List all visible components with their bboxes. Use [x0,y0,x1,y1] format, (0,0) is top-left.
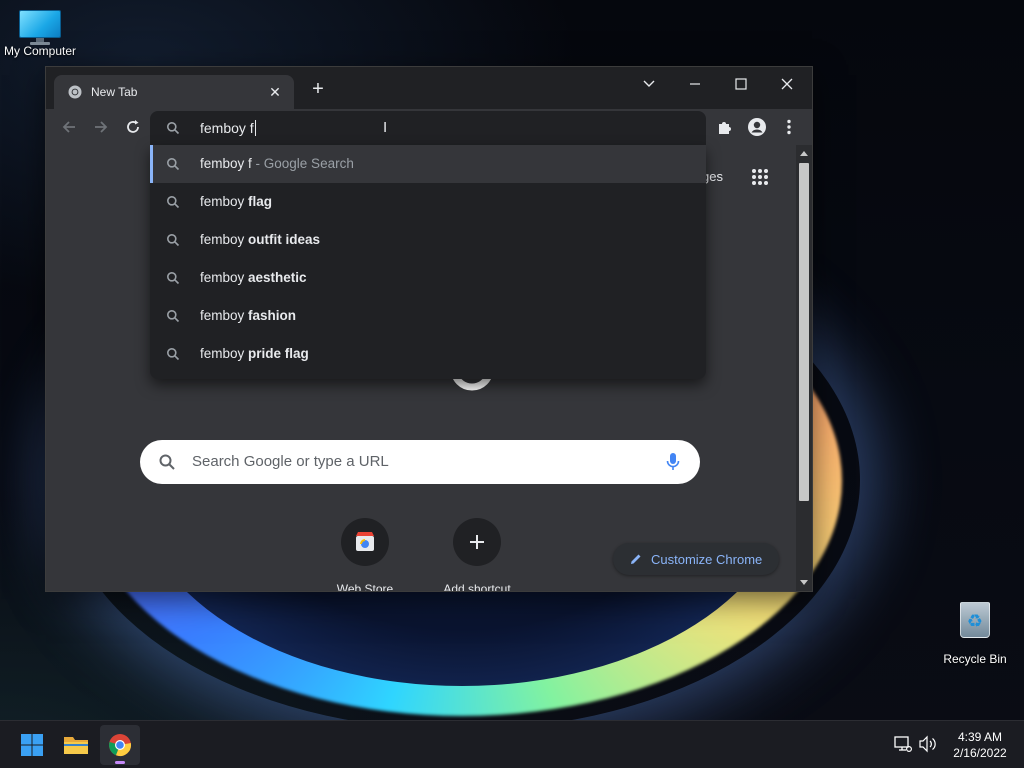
google-apps-button[interactable] [750,167,770,187]
profile-button[interactable] [747,117,767,137]
search-icon [167,348,180,361]
active-indicator [115,761,125,764]
minimize-icon [690,83,700,85]
ibeam-cursor-icon: Ι [383,119,388,136]
suggestion-item[interactable]: femboy aesthetic [150,259,706,297]
shortcut-web-store[interactable]: Web Store [317,518,413,591]
address-bar[interactable]: femboy f Ι [150,111,706,145]
clock-date: 2/16/2022 [953,746,1007,760]
suggestion-text: femboy [200,270,249,285]
plus-icon [453,518,501,566]
computer-icon [19,10,61,45]
volume-icon[interactable] [918,735,938,753]
shortcut-label: Web Store [336,582,394,591]
minimize-button[interactable] [681,71,711,97]
pencil-icon [631,554,641,564]
desktop-icon-my-computer[interactable]: My Computer [0,10,80,58]
arrow-left-icon [62,121,75,133]
chrome-window: New Tab ✕ + ges Search Google or type a … [46,67,812,591]
suggestion-completion: outfit ideas [248,232,321,247]
tab-close-button[interactable]: ✕ [266,83,284,101]
customize-chrome-button[interactable]: Customize Chrome [613,543,779,575]
search-icon [167,272,180,285]
kebab-menu-icon [787,119,791,135]
search-icon [167,122,180,135]
title-bar: New Tab ✕ + [46,67,812,109]
maximize-icon [735,78,747,90]
ntp-search-box[interactable]: Search Google or type a URL [140,440,700,484]
chrome-icon [68,85,82,99]
tab-title: New Tab [91,85,138,99]
suggestion-completion: aesthetic [248,270,307,285]
network-icon[interactable] [894,735,912,753]
tab-search-button[interactable] [635,71,665,97]
shortcut-label: Add shortcut [443,582,511,591]
suggestion-suffix: - Google Search [251,156,354,171]
suggestion-text: femboy f [200,156,252,171]
recycle-bin-icon: ♻ [958,598,992,638]
forward-button[interactable] [91,117,111,137]
maximize-button[interactable] [727,71,757,97]
web-store-icon [341,518,389,566]
new-tab-button[interactable]: + [308,79,328,99]
suggestion-completion: fashion [248,308,297,323]
reload-icon [127,120,139,133]
suggestion-completion: flag [248,194,273,209]
chrome-taskbar-button[interactable] [100,725,140,765]
ntp-search-placeholder: Search Google or type a URL [192,453,389,470]
close-icon [781,78,793,90]
back-button[interactable] [59,117,79,137]
omnibox-suggestions: femboy f - Google Search femboy flag fem… [150,145,706,379]
suggestion-item[interactable]: femboy pride flag [150,335,706,373]
menu-button[interactable] [779,117,799,137]
windows-logo-icon [21,734,43,756]
address-bar-value: femboy f [200,120,254,136]
folder-icon [64,737,88,754]
microphone-icon[interactable] [666,452,680,472]
search-icon [159,454,175,470]
search-icon [167,310,180,323]
system-clock[interactable]: 4:39 AM 2/16/2022 [944,729,1016,761]
taskbar: 4:39 AM 2/16/2022 [0,720,1024,768]
text-caret [254,120,256,136]
suggestion-text: femboy [200,308,249,323]
suggestion-item[interactable]: femboy flag [150,183,706,221]
desktop-icon-label: My Computer [3,44,77,58]
desktop-icon-label: Recycle Bin [943,652,1007,666]
chevron-down-icon [643,80,655,87]
search-icon [167,158,180,171]
start-button[interactable] [12,725,52,765]
tab-new-tab[interactable]: New Tab ✕ [54,75,294,109]
customize-chrome-label: Customize Chrome [651,552,763,567]
reload-button[interactable] [123,117,143,137]
suggestion-item[interactable]: femboy f - Google Search [150,145,706,183]
close-button[interactable] [773,71,803,97]
scroll-up-arrow-icon[interactable] [800,151,808,156]
scroll-down-arrow-icon[interactable] [800,580,808,585]
search-icon [167,234,180,247]
scrollbar-thumb[interactable] [799,163,809,501]
apps-grid-icon [752,169,768,185]
desktop-icon-recycle-bin[interactable]: ♻ Recycle Bin [935,598,1015,666]
shortcut-add[interactable]: Add shortcut [429,518,525,591]
puzzle-icon [719,122,731,134]
extensions-button[interactable] [715,117,735,137]
suggestion-item[interactable]: femboy fashion [150,297,706,335]
suggestion-text: femboy [200,346,249,361]
suggestion-text: femboy [200,232,249,247]
clock-time: 4:39 AM [957,730,1003,744]
vertical-scrollbar[interactable] [796,145,812,591]
arrow-right-icon [95,121,108,133]
avatar-icon [748,118,766,136]
search-icon [167,196,180,209]
file-explorer-button[interactable] [56,725,96,765]
suggestion-completion: pride flag [248,346,309,361]
address-bar-input[interactable]: femboy f [200,120,256,136]
suggestion-text: femboy [200,194,249,209]
chrome-icon [109,734,131,757]
suggestion-item[interactable]: femboy outfit ideas [150,221,706,259]
